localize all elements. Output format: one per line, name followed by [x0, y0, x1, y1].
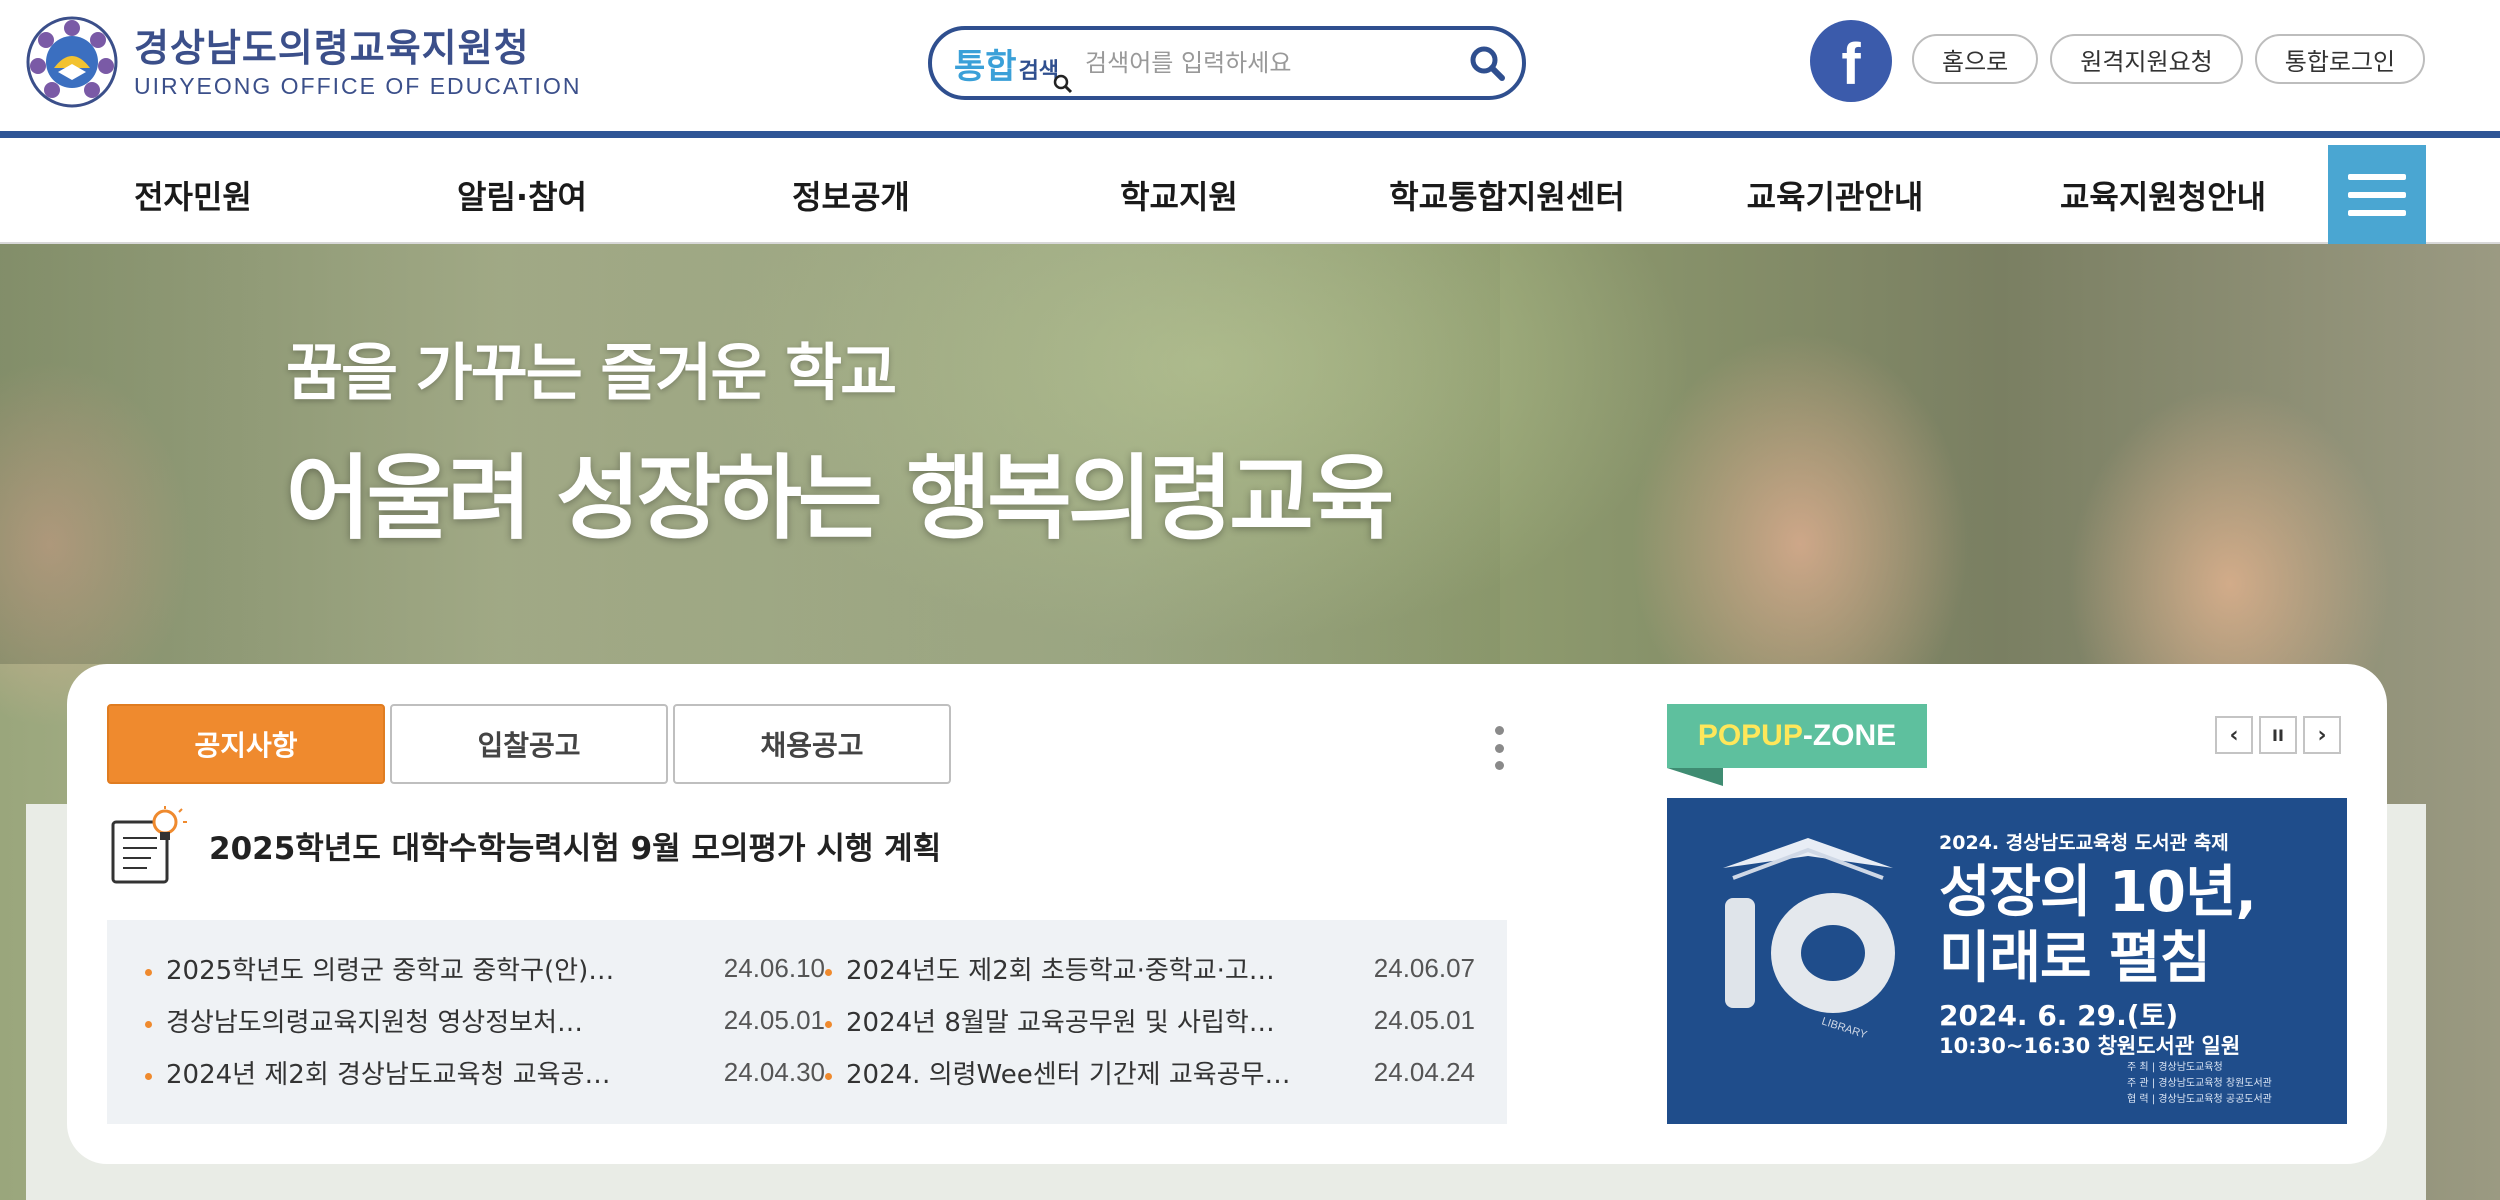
nav-item-school-support[interactable]: 학교지원 — [1014, 145, 1344, 244]
all-menu-button[interactable] — [2328, 145, 2426, 244]
hero-subtitle: 꿈을 가꾸는 즐거운 학교 — [286, 336, 897, 409]
list-item[interactable]: 2024년도 제2회 초등학교·중학교·고… 24.06.07 — [825, 942, 1475, 994]
notice-title: 2024. 의령Wee센터 기간제 교육공무… — [846, 1059, 1291, 1090]
notice-list: 2025학년도 의령군 중학교 중학구(안)… 24.06.10 2024년도 … — [107, 920, 1507, 1124]
nav-item-notice-participation[interactable]: 알림·참여 — [357, 145, 687, 244]
banner-footer: 주 최 | 경상남도교육청 주 관 | 경상남도교육청 창원도서관 협 력 | … — [2127, 1060, 2272, 1108]
notice-date: 24.04.30 — [723, 1056, 825, 1087]
banner-headline: 성장의 10년, 미래로 펼침 — [1939, 860, 2257, 992]
notice-date: 24.05.01 — [1373, 1004, 1475, 1035]
integrated-search: 통합 검색 — [928, 26, 1526, 100]
notice-date: 24.04.24 — [1373, 1056, 1475, 1087]
logo-subtitle: UIRYEONG OFFICE OF EDUCATION — [134, 73, 582, 99]
list-item[interactable]: 경상남도의령교육지원청 영상정보처… 24.05.01 — [145, 994, 825, 1046]
popup-label-b: -ZONE — [1802, 719, 1897, 752]
search-icon — [1470, 46, 1505, 81]
site-logo[interactable]: 경상남도의령교육지원청 UIRYEONG OFFICE OF EDUCATION — [24, 14, 581, 110]
hero-title: 어울려 성장하는 행복의령교육 — [286, 445, 1394, 552]
tab-recruitment[interactable]: 채용공고 — [673, 704, 951, 784]
hamburger-icon — [2348, 173, 2406, 180]
header: 경상남도의령교육지원청 UIRYEONG OFFICE OF EDUCATION… — [0, 0, 2500, 138]
popup-prev-button[interactable]: ‹ — [2215, 716, 2253, 754]
nav-item-institution-guide[interactable]: 교육기관안내 — [1670, 145, 2000, 244]
search-button[interactable] — [1452, 33, 1522, 93]
more-button[interactable] — [1491, 726, 1507, 770]
tab-bids[interactable]: 입찰공고 — [390, 704, 668, 784]
banner-time-place: 10:30~16:30 창원도서관 일원 — [1939, 1034, 2241, 1058]
popup-controls: ‹ II › — [2215, 716, 2341, 754]
search-input[interactable] — [1079, 33, 1452, 93]
popup-banner[interactable]: LIBRARY 2024. 경상남도교육청 도서관 축제 성장의 10년, 미래… — [1667, 798, 2347, 1124]
banner-cooperation: 협 력 | 경상남도교육청 공공도서관 — [2127, 1094, 2272, 1105]
office-emblem-icon — [26, 16, 118, 108]
facebook-icon: f — [1841, 32, 1861, 97]
logo-title: 경상남도의령교육지원청 — [134, 26, 530, 70]
notice-title: 2025학년도 의령군 중학교 중학구(안)… — [166, 955, 615, 986]
document-lightbulb-icon — [111, 806, 187, 884]
list-item[interactable]: 2025학년도 의령군 중학교 중학구(안)… 24.06.10 — [145, 942, 825, 994]
more-dots-icon — [1494, 726, 1504, 735]
nav-item-civil-service[interactable]: 전자민원 — [28, 145, 358, 244]
banner-headline-line2: 미래로 펼침 — [1939, 926, 2211, 991]
notice-date: 24.06.07 — [1373, 952, 1475, 983]
nav-item-information-disclosure[interactable]: 정보공개 — [686, 145, 1016, 244]
featured-notice[interactable]: 2025학년도 대학수학능력시험 9월 모의평가 시행 계획 — [107, 804, 941, 886]
notice-title: 경상남도의령교육지원청 영상정보처… — [166, 1007, 583, 1038]
search-brand: 통합 검색 — [954, 39, 1073, 93]
integrated-login-link[interactable]: 통합로그인 — [2254, 34, 2426, 84]
banner-event-name: 2024. 경상남도교육청 도서관 축제 — [1939, 832, 2229, 854]
main-nav: 전자민원 알림·참여 정보공개 학교지원 학교통합지원센터 교육기관안내 교육지… — [0, 145, 2500, 244]
small-magnifier-icon — [1053, 74, 1073, 93]
tab-notices[interactable]: 공지사항 — [107, 704, 385, 784]
utility-links: 홈으로 원격지원요청 통합로그인 — [1912, 34, 2426, 84]
featured-notice-title: 2025학년도 대학수학능력시험 9월 모의평가 시행 계획 — [209, 830, 942, 867]
facebook-button[interactable]: f — [1810, 20, 1892, 102]
page: 경상남도의령교육지원청 UIRYEONG OFFICE OF EDUCATION… — [0, 0, 2500, 1200]
notice-tabs: 공지사항 입찰공고 채용공고 — [107, 704, 951, 784]
popup-next-button[interactable]: › — [2303, 716, 2341, 754]
popup-pause-button[interactable]: II — [2259, 716, 2297, 754]
notice-title: 2024년 제2회 경상남도교육청 교육공… — [166, 1059, 611, 1090]
list-item[interactable]: 2024. 의령Wee센터 기간제 교육공무… 24.04.24 — [825, 1046, 1475, 1098]
banner-headline-line1: 성장의 10년, — [1939, 860, 2257, 925]
notice-date: 24.06.10 — [723, 952, 825, 983]
remote-support-link[interactable]: 원격지원요청 — [2050, 34, 2243, 84]
list-item[interactable]: 2024년 제2회 경상남도교육청 교육공… 24.04.30 — [145, 1046, 825, 1098]
library-10-emblem-icon: LIBRARY — [1723, 838, 1895, 1038]
content-card: 공지사항 입찰공고 채용공고 2025학년도 대학수학능력시험 9월 모의평가 … — [67, 664, 2387, 1164]
banner-ring-text: LIBRARY — [1820, 1015, 1869, 1038]
notice-date: 24.05.01 — [723, 1004, 825, 1035]
notice-title: 2024년 8월말 교육공무원 및 사립학… — [846, 1007, 1275, 1038]
home-link[interactable]: 홈으로 — [1912, 34, 2039, 84]
banner-date: 2024. 6. 29.(토) — [1939, 999, 2179, 1032]
nav-item-integrated-support-center[interactable]: 학교통합지원센터 — [1342, 145, 1672, 244]
popup-zone-label: POPUP -ZONE — [1667, 704, 1927, 768]
banner-organizer: 주 관 | 경상남도교육청 창원도서관 — [2127, 1078, 2272, 1089]
list-item[interactable]: 2024년 8월말 교육공무원 및 사립학… 24.05.01 — [825, 994, 1475, 1046]
nav-item-office-guide[interactable]: 교육지원청안내 — [1998, 145, 2328, 244]
banner-host: 주 최 | 경상남도교육청 — [2127, 1062, 2223, 1073]
popup-label-a: POPUP — [1697, 719, 1803, 752]
search-brand-a: 통합 — [954, 46, 1017, 87]
notice-title: 2024년도 제2회 초등학교·중학교·고… — [846, 955, 1275, 986]
